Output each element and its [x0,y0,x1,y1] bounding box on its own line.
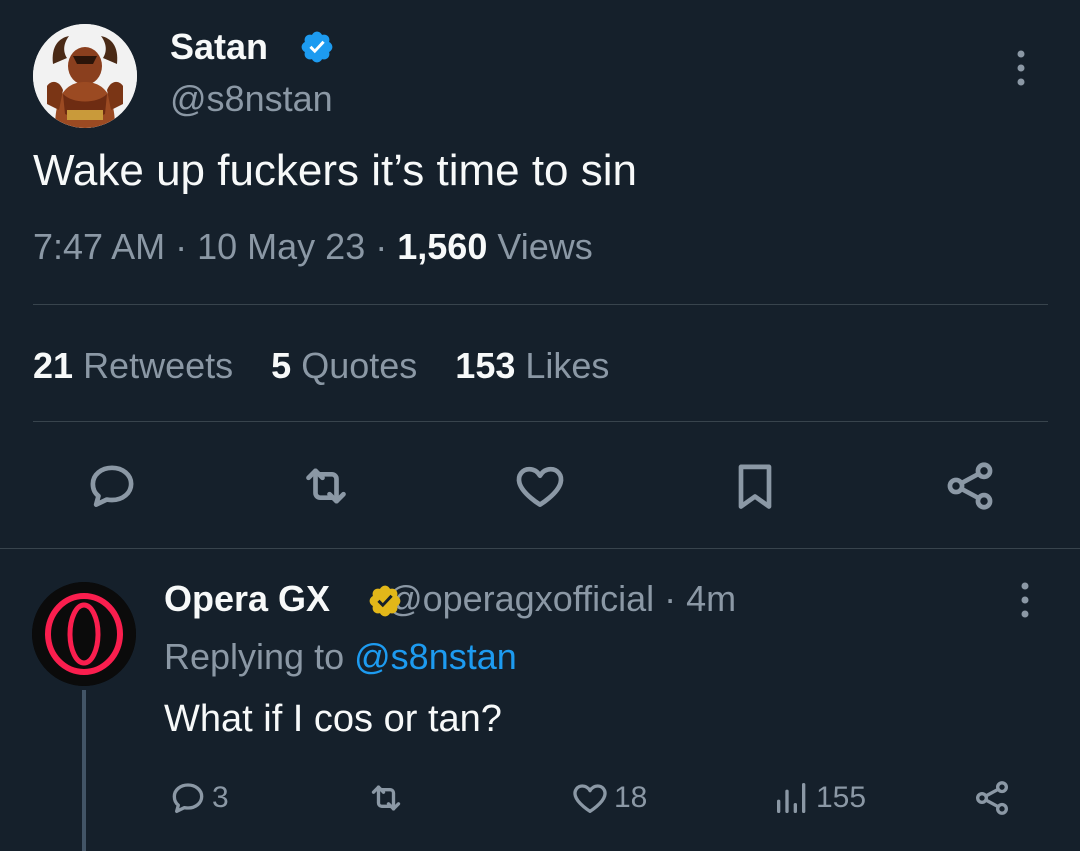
retweet-button[interactable] [298,458,354,514]
reply-views-button[interactable]: 155 [772,776,866,820]
reply-retweet-button[interactable] [366,776,410,820]
more-options-icon[interactable] [1006,48,1036,88]
bookmark-button[interactable] [727,458,783,514]
reply-button[interactable] [84,458,140,514]
retweets-count: 21 [33,345,74,386]
retweet-icon [371,785,401,811]
quotes-count: 5 [271,345,292,386]
retweets-stat[interactable]: 21 Retweets [33,345,233,386]
more-options-icon[interactable] [1010,580,1040,620]
devil-avatar-icon [33,24,137,128]
quotes-stat[interactable]: 5 Quotes [271,345,417,386]
like-icon [516,466,564,507]
tweet-stats: 21 Retweets 5 Quotes 153 Likes [33,345,609,387]
share-icon [976,781,1008,815]
share-button[interactable] [942,458,998,514]
replying-to-handle[interactable]: @s8nstan [354,636,517,677]
divider [33,421,1048,422]
opera-gx-logo-icon [32,582,136,686]
separator-dot: · [175,226,188,267]
retweets-label: Retweets [83,345,234,386]
bookmark-icon [738,464,772,509]
replying-label: Replying to [164,636,345,677]
tweet-meta: 7:47 AM · 10 May 23 · 1,560 Views [33,226,593,268]
like-icon [573,784,607,813]
separator-dot: · [375,226,388,267]
share-icon [947,462,993,510]
reply-icon [172,783,204,813]
views-count: 1,560 [397,226,488,267]
like-count: 18 [614,781,648,814]
reply-count: 3 [212,781,229,814]
reply-icon [90,465,134,507]
author-handle[interactable]: @operagxofficial [386,578,654,619]
verified-badge-icon [299,29,335,65]
divider [33,304,1048,305]
quotes-label: Quotes [301,345,418,386]
separator-dot: · [664,578,677,619]
divider [0,548,1080,549]
tweet-text: Wake up fuckers it’s time to sin [33,146,637,195]
reply-reply-button[interactable]: 3 [168,776,229,820]
likes-stat[interactable]: 153 Likes [455,345,609,386]
views-label: Views [497,226,593,267]
author-name[interactable]: Satan [170,26,268,68]
retweet-icon [306,468,346,504]
replying-to: Replying to @s8nstan [164,636,517,678]
like-button[interactable] [512,458,568,514]
author-handle[interactable]: @s8nstan [170,78,333,120]
likes-label: Likes [525,345,610,386]
thread-line [82,690,86,851]
reply-header: Opera GX @operagxofficial · 4m [164,578,736,620]
analytics-icon [777,783,806,813]
verified-gold-badge-icon [367,583,403,619]
avatar[interactable] [32,582,136,686]
reply-like-button[interactable]: 18 [570,776,647,820]
tweet-time[interactable]: 7:47 AM [33,226,165,267]
reply-time[interactable]: 4m [686,578,736,619]
likes-count: 153 [455,345,516,386]
reply-text: What if I cos or tan? [164,698,502,740]
avatar[interactable] [33,24,137,128]
reply-share-button[interactable] [972,776,1016,820]
views-count: 155 [816,781,867,814]
author-name[interactable]: Opera GX [164,578,330,619]
tweet-date[interactable]: 10 May 23 [197,226,365,267]
